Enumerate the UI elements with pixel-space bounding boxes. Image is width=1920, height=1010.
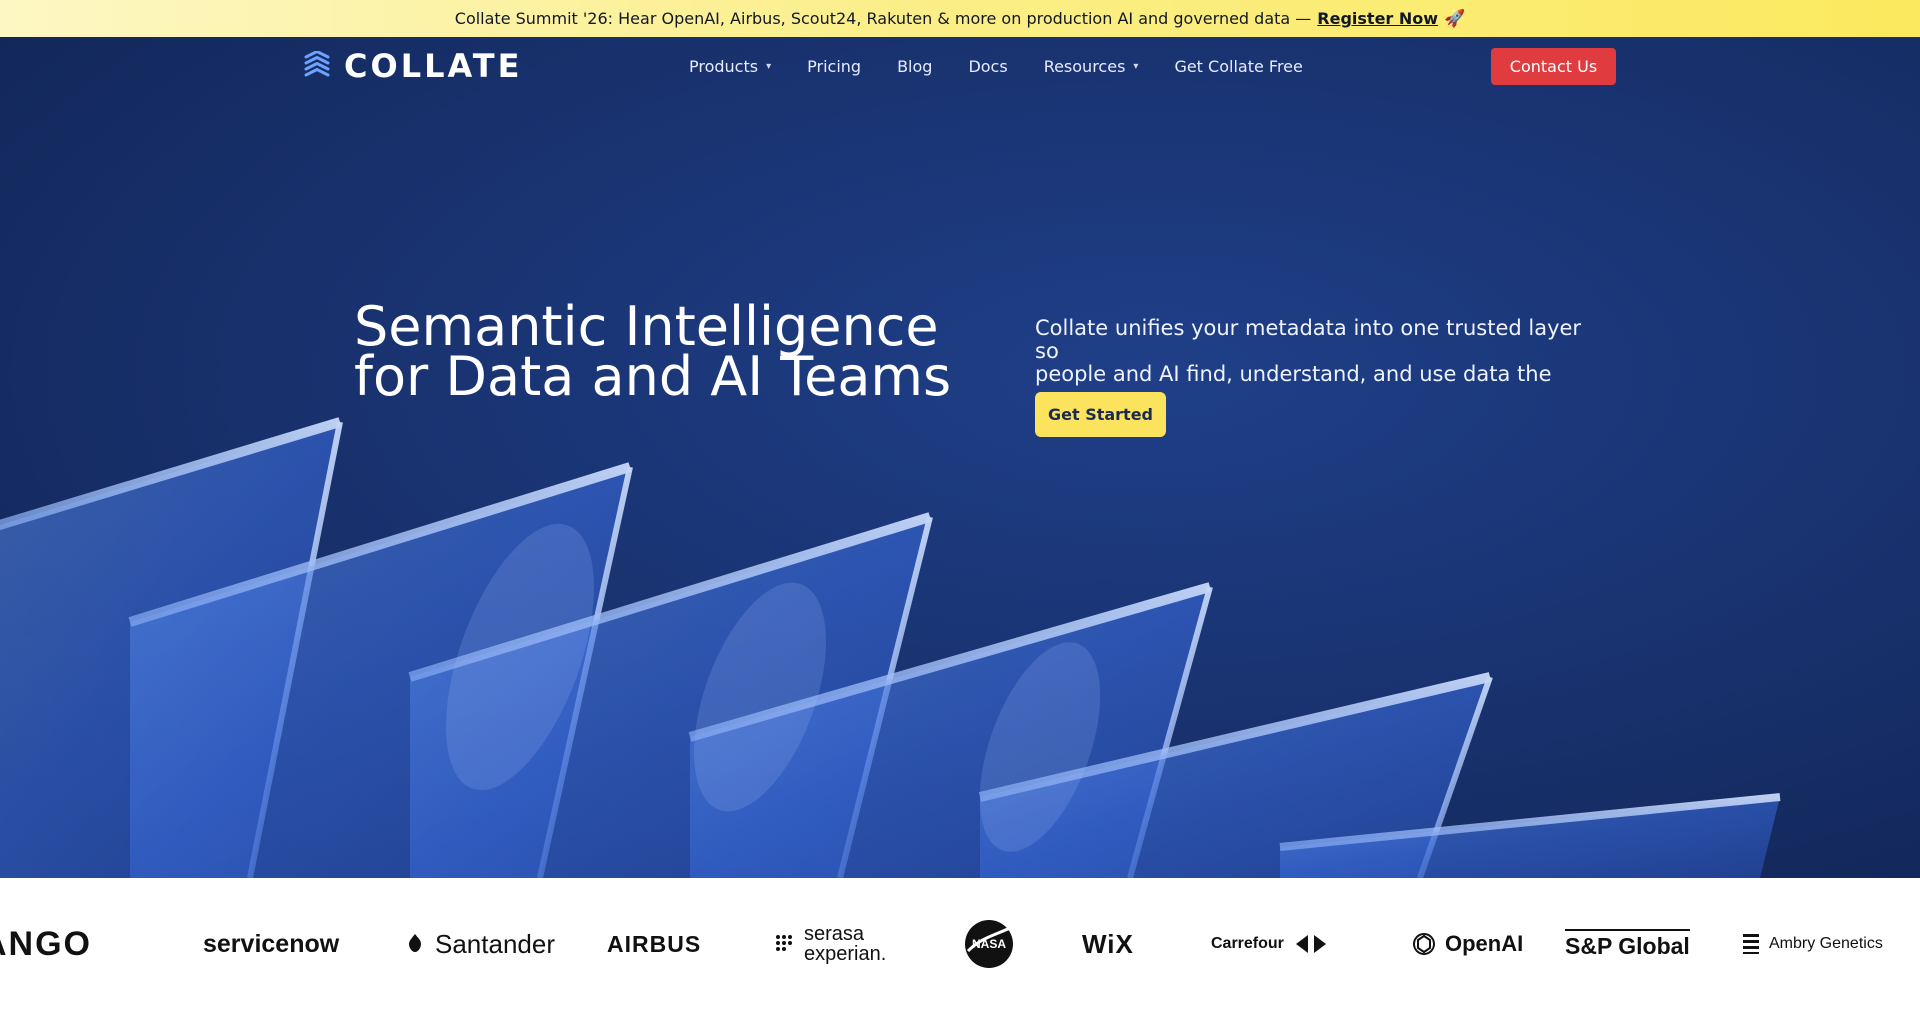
nav-docs[interactable]: Docs [968, 57, 1007, 76]
serasa-text-stack: serasa experian. [804, 924, 886, 964]
customer-logos-strip: ANGO servicenow Santander AIRBUS se [0, 878, 1920, 1010]
rocket-icon: 🚀 [1444, 8, 1466, 29]
logo-sp-global-text: S&P Global [1565, 928, 1690, 960]
flame-icon [409, 934, 421, 952]
nav-docs-label: Docs [968, 56, 1008, 76]
chevron-down-icon: ▾ [766, 60, 772, 72]
logo-carrefour-text: Carrefour [1211, 935, 1284, 952]
announcement-bar: Collate Summit '26: Hear OpenAI, Airbus,… [0, 0, 1920, 37]
logo-sp-global: S&P Global [1565, 878, 1690, 1010]
headline-line-2: for Data and AI Teams [354, 345, 952, 408]
hero-section [0, 37, 1920, 878]
logo-serasa-experian: serasa experian. [774, 878, 886, 1010]
logo-ango-text: ANGO [0, 924, 92, 963]
nav-products[interactable]: Products ▾ [689, 57, 771, 76]
top-navigation: COLLATE Products ▾ Pricing Blog Docs Res… [0, 37, 1920, 95]
logo-airbus-text: AIRBUS [607, 930, 702, 957]
hero-headline: Semantic Intelligence for Data and AI Te… [354, 300, 994, 408]
get-started-button[interactable]: Get Started [1035, 392, 1166, 437]
logo-openai: OpenAI [1411, 878, 1523, 1010]
nav-blog-label: Blog [897, 56, 933, 76]
hero-background-art [0, 417, 1781, 878]
nav-blog[interactable]: Blog [897, 57, 932, 76]
carrefour-icon [1295, 935, 1326, 953]
page: Collate Summit '26: Hear OpenAI, Airbus,… [0, 0, 1920, 1010]
subtext-line-1: Collate unifies your metadata into one t… [1035, 316, 1582, 363]
nav-resources[interactable]: Resources ▾ [1044, 57, 1139, 76]
logo-nasa-text: NASA [972, 937, 1006, 951]
logo-airbus: AIRBUS [607, 878, 701, 1010]
brand-logo[interactable]: COLLATE [302, 47, 522, 85]
logo-experian-text: experian. [804, 943, 887, 965]
collate-logo-icon [304, 51, 330, 77]
nav-get-collate-free-label: Get Collate Free [1174, 56, 1303, 76]
chevron-down-icon: ▾ [1133, 60, 1139, 72]
logo-ango: ANGO [0, 878, 92, 1010]
ambry-icon [1743, 934, 1759, 954]
nav-resources-label: Resources [1043, 56, 1126, 76]
nav-products-label: Products [689, 56, 759, 76]
logo-servicenow: servicenow [203, 878, 339, 1010]
nasa-icon: NASA [965, 920, 1013, 968]
logo-openai-text: OpenAI [1445, 931, 1524, 956]
logo-santander-text: Santander [435, 928, 555, 959]
logo-ambry-genetics-text: Ambry Genetics [1769, 935, 1883, 952]
nav-pricing-label: Pricing [807, 56, 862, 76]
logo-carrefour: Carrefour [1211, 878, 1330, 1010]
openai-icon [1413, 933, 1435, 955]
register-now-link[interactable]: Register Now [1317, 9, 1438, 28]
logo-text: COLLATE [344, 47, 523, 85]
logo-serasa-text: serasa [804, 923, 865, 945]
logo-wix-text: WiX [1082, 928, 1134, 959]
logo-ambry-genetics: Ambry Genetics [1741, 878, 1883, 1010]
serasa-dots-icon [776, 935, 792, 951]
primary-nav: Products ▾ Pricing Blog Docs Resources ▾… [689, 37, 1303, 95]
logo-wix: WiX [1082, 878, 1134, 1010]
logo-nasa: NASA [962, 878, 1016, 1010]
nav-pricing[interactable]: Pricing [807, 57, 861, 76]
announcement-text: Collate Summit '26: Hear OpenAI, Airbus,… [454, 9, 1312, 28]
nav-get-collate-free[interactable]: Get Collate Free [1174, 57, 1302, 76]
logo-santander: Santander [403, 878, 555, 1010]
contact-us-button[interactable]: Contact Us [1491, 48, 1616, 85]
logo-servicenow-text: servicenow [203, 929, 340, 958]
